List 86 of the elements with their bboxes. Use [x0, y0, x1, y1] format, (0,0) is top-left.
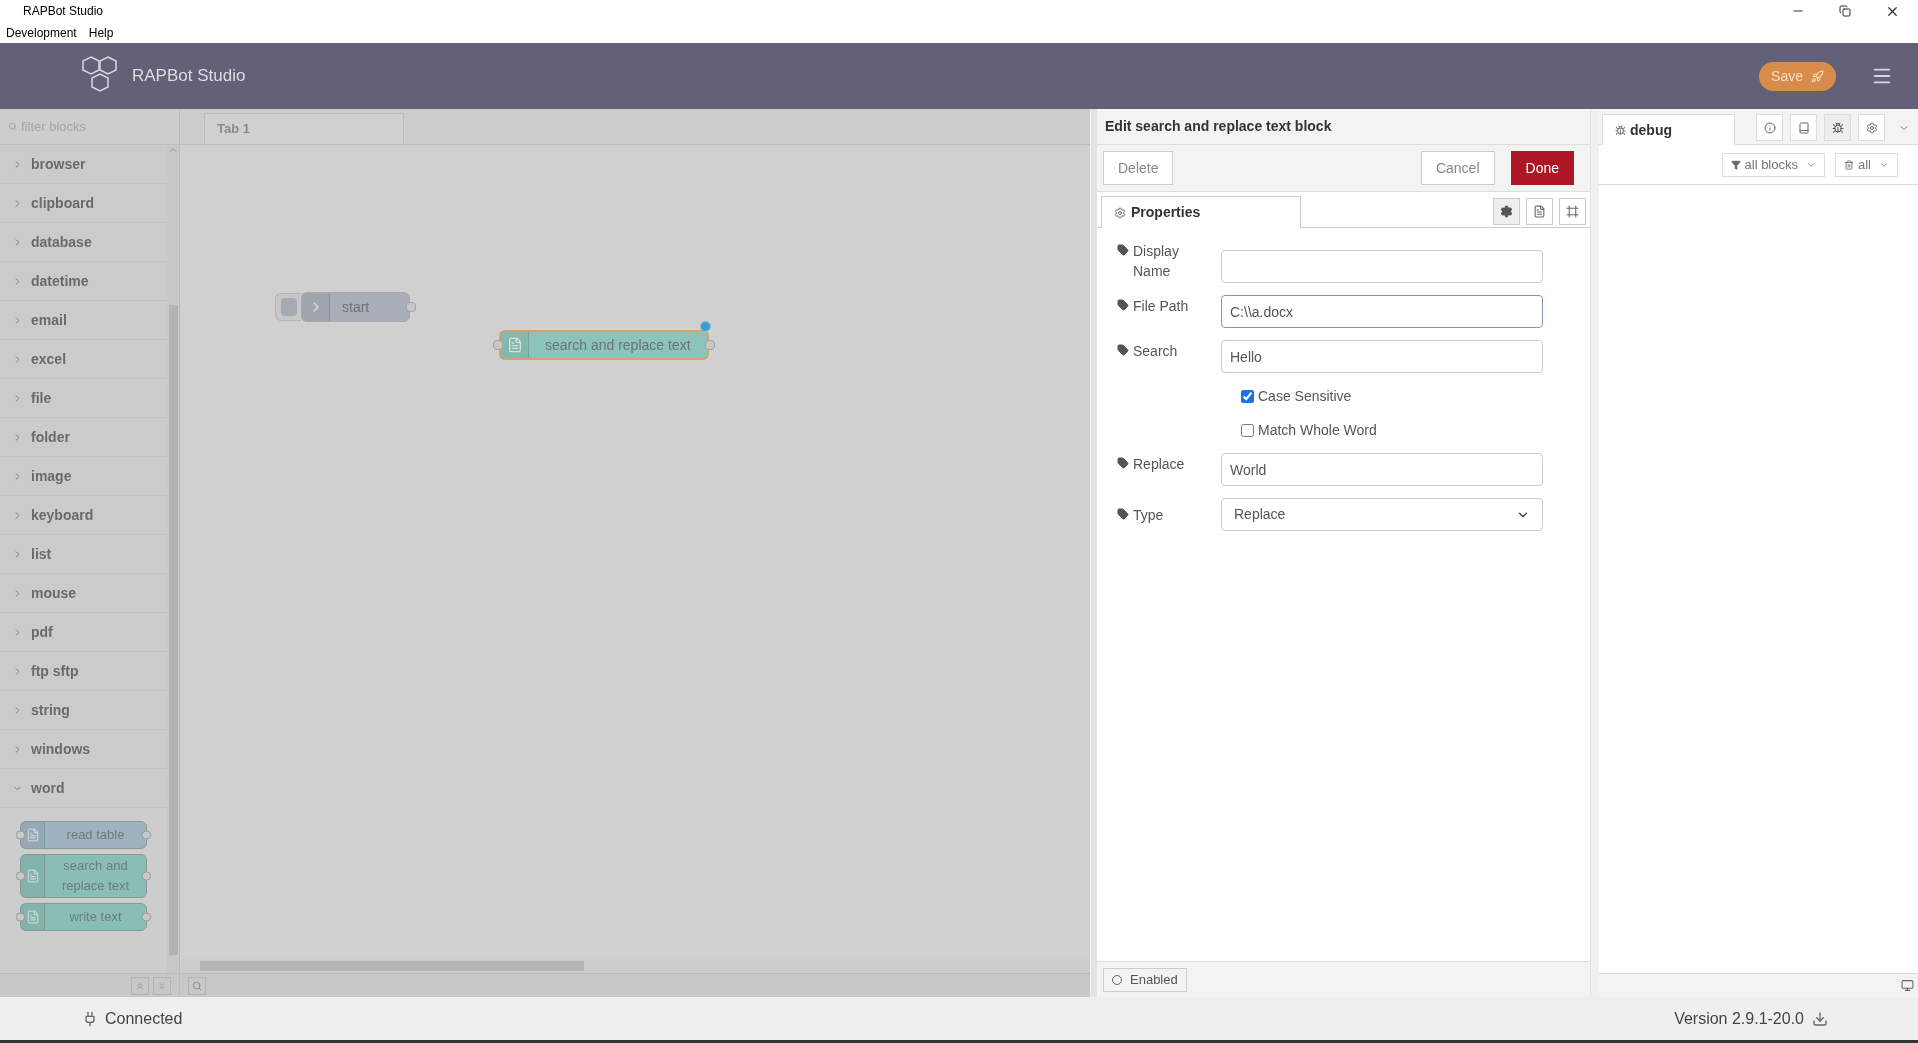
gear-icon	[1865, 121, 1878, 134]
workspace-tab[interactable]: Tab 1	[204, 113, 404, 144]
filter-icon	[1730, 159, 1741, 170]
block-label: write text	[68, 908, 123, 926]
connection-status: Connected	[105, 1008, 183, 1029]
field-label: Display Name	[1133, 242, 1180, 281]
download-icon[interactable]	[1812, 1010, 1828, 1027]
tag-icon	[1117, 244, 1129, 256]
field-label: File Path	[1133, 297, 1189, 316]
debug-button[interactable]	[1824, 114, 1851, 141]
flow-node[interactable]: start	[301, 292, 411, 322]
gear-icon	[1114, 206, 1126, 219]
text-field[interactable]: World	[1221, 453, 1543, 486]
tag-icon	[1117, 344, 1129, 356]
description-button[interactable]	[1526, 198, 1553, 225]
document-icon	[506, 337, 523, 353]
document-icon	[1533, 205, 1546, 218]
node-label: start	[341, 297, 371, 317]
app-title: RAPBot Studio	[132, 65, 246, 88]
window-title: RAPBot Studio	[23, 3, 104, 20]
tag-icon	[1117, 299, 1129, 311]
filter-button[interactable]: all blocks	[1721, 152, 1825, 177]
bug-icon	[1831, 121, 1844, 134]
port-icon	[16, 871, 25, 881]
text-field[interactable]: C:\\a.docx	[1221, 295, 1543, 328]
gear-icon	[1500, 205, 1513, 218]
delete-button[interactable]: Delete	[1103, 151, 1174, 185]
plug-icon	[82, 1010, 98, 1027]
double-chevron-up-icon	[135, 980, 145, 991]
tag-icon	[1117, 457, 1129, 469]
checkbox[interactable]	[1241, 423, 1254, 437]
field-label: Type	[1133, 506, 1164, 525]
done-button[interactable]: Done	[1510, 151, 1574, 185]
block-label: read table	[65, 826, 126, 844]
checkbox-label: Case Sensitive	[1258, 386, 1352, 406]
port-icon	[142, 830, 151, 840]
document-icon	[25, 910, 40, 924]
search-icon	[192, 980, 202, 991]
settings-button[interactable]	[1493, 198, 1520, 225]
flow-node[interactable]: search and replace text	[499, 330, 709, 360]
text-field[interactable]: Hello	[1221, 340, 1543, 373]
checkbox[interactable]	[1241, 389, 1254, 403]
debug-tab[interactable]: debug	[1602, 114, 1735, 145]
double-chevron-down-icon	[157, 980, 167, 991]
appearance-button[interactable]	[1559, 198, 1586, 225]
monitor-icon[interactable]	[1901, 979, 1914, 992]
document-icon	[25, 869, 40, 883]
port-icon	[493, 340, 503, 350]
book-icon	[1797, 121, 1810, 134]
properties-tab[interactable]: Properties	[1101, 196, 1301, 228]
restore-icon[interactable]	[1839, 5, 1851, 17]
port-icon	[142, 912, 151, 922]
text-field[interactable]	[1221, 250, 1543, 283]
tag-icon	[1117, 508, 1129, 520]
bug-icon	[1615, 124, 1626, 136]
port-icon	[406, 302, 417, 312]
block-label: search and replace text	[60, 857, 131, 895]
info-button[interactable]	[1756, 114, 1783, 141]
menu-item[interactable]: Development	[6, 23, 77, 42]
node-label: search and replace text	[544, 335, 692, 355]
search-button[interactable]	[188, 976, 206, 995]
info-icon	[1763, 121, 1776, 134]
version-label: Version 2.9.1-20.0	[1674, 1008, 1804, 1029]
cancel-button[interactable]: Cancel	[1420, 151, 1495, 185]
port-icon	[704, 340, 715, 350]
port-icon	[16, 830, 25, 840]
rocket-icon	[1811, 69, 1824, 83]
enabled-toggle[interactable]: Enabled	[1103, 967, 1187, 992]
scrollbar[interactable]	[167, 145, 179, 973]
search-icon	[8, 121, 17, 132]
save-button[interactable]: Save	[1759, 61, 1836, 91]
settings-button[interactable]	[1858, 114, 1885, 141]
clear-button[interactable]: all	[1835, 152, 1898, 177]
trash-icon	[1844, 159, 1854, 170]
field-label: Replace	[1133, 455, 1185, 474]
port-icon	[142, 871, 151, 881]
scroll-up-icon	[168, 145, 178, 155]
horizontal-scrollbar[interactable]	[200, 961, 584, 971]
menu-item[interactable]: Help	[88, 23, 114, 42]
help-button[interactable]	[1790, 114, 1817, 141]
checkbox-label: Match Whole Word	[1258, 420, 1377, 440]
field-label: Search	[1133, 342, 1178, 361]
editor-title: Edit search and replace text block	[1097, 109, 1590, 145]
port-icon	[16, 912, 25, 922]
type-select[interactable]: Replace	[1221, 498, 1543, 531]
document-icon	[25, 828, 40, 842]
